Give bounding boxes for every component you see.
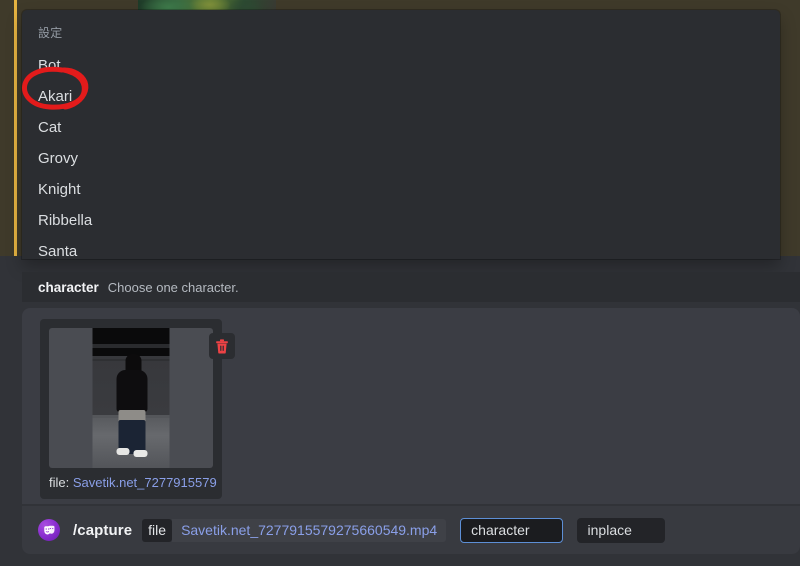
- photo-ceiling: [92, 344, 170, 348]
- character-option-akari[interactable]: Akari: [22, 81, 780, 112]
- character-option-label: Ribbella: [38, 211, 93, 229]
- attachment-filename-value: Savetik.net_7277915579…: [72, 475, 217, 490]
- character-option-list: Bot Akari Cat Grovy Knight Ribbella Sant…: [22, 50, 780, 260]
- character-option-label: Santa: [38, 242, 78, 260]
- character-option-label: Bot: [38, 56, 61, 74]
- discord-command-composer: 設定 Bot Akari Cat Grovy Knight Ribbella S…: [0, 0, 800, 566]
- command-option-label: inplace: [587, 522, 632, 538]
- photo-person-shoe-right: [133, 450, 148, 457]
- character-option-label: Grovy: [38, 149, 79, 167]
- command-arg-value-file[interactable]: Savetik.net_7277915579275660549.mp4: [172, 518, 447, 542]
- character-option-label: Cat: [38, 118, 62, 136]
- character-option-label: Akari: [38, 87, 73, 105]
- attachment-panel: file: Savetik.net_7277915579…: [22, 308, 800, 504]
- option-hint-name: character: [38, 279, 99, 295]
- delete-attachment-button[interactable]: [209, 333, 235, 359]
- character-option-label: Knight: [38, 180, 81, 198]
- bot-avatar: [38, 519, 60, 541]
- popup-header-label: 設定: [38, 26, 63, 40]
- video-frame-preview: [92, 328, 170, 468]
- attachment-card: file: Savetik.net_7277915579…: [40, 319, 235, 499]
- photo-person-shoe-left: [116, 448, 130, 455]
- character-option-ribbella[interactable]: Ribbella: [22, 205, 780, 236]
- option-hint-description: Choose one character.: [107, 279, 239, 295]
- attachment-filename-prefix: file:: [49, 475, 73, 490]
- command-name: /capture: [73, 521, 133, 539]
- character-select-popup: 設定 Bot Akari Cat Grovy Knight Ribbella S…: [22, 10, 780, 259]
- mention-accent-bar: [14, 0, 17, 256]
- command-input-row[interactable]: /capture file Savetik.net_72779155792756…: [22, 506, 800, 554]
- trash-icon: [216, 338, 228, 354]
- character-option-santa[interactable]: Santa: [22, 236, 780, 260]
- command-option-character[interactable]: character: [460, 517, 563, 543]
- option-hint-bar: character Choose one character.: [22, 272, 800, 302]
- character-option-cat[interactable]: Cat: [22, 112, 780, 143]
- attachment-filename: file: Savetik.net_7277915579…: [49, 475, 217, 491]
- character-option-grovy[interactable]: Grovy: [22, 143, 780, 174]
- photo-person-torso: [116, 370, 148, 412]
- attachment-thumbnail[interactable]: [49, 328, 213, 468]
- character-option-knight[interactable]: Knight: [22, 174, 780, 205]
- command-option-inplace[interactable]: inplace: [576, 517, 665, 543]
- command-option-label: character: [471, 522, 530, 538]
- character-option-bot[interactable]: Bot: [22, 50, 780, 81]
- command-arg-key-file[interactable]: file: [142, 518, 173, 542]
- theater-masks-icon: [43, 525, 54, 534]
